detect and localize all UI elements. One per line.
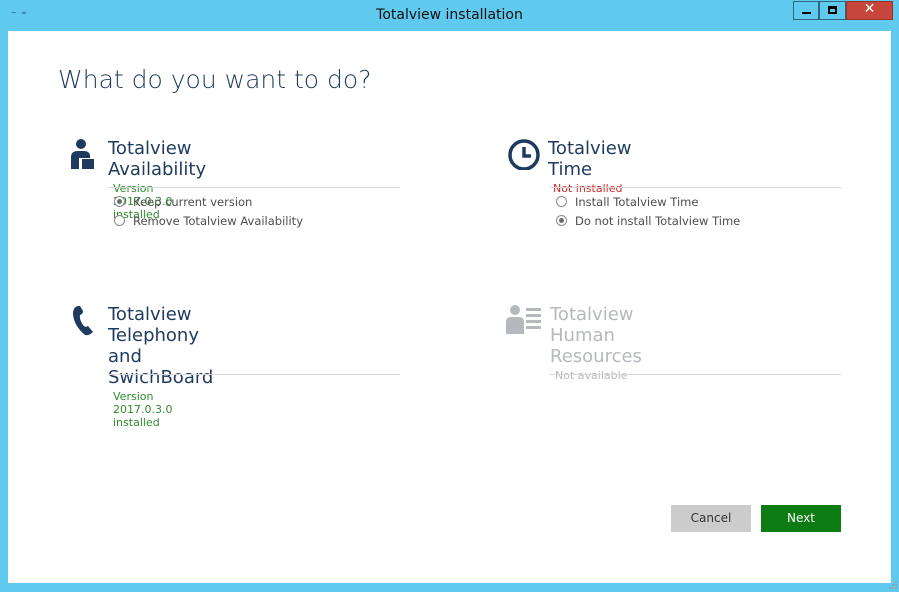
availability-title: Totalview Availability [108,138,207,180]
title-bar[interactable]: ~ ∞ Totalview installation ✕ [0,0,899,31]
hr-divider [550,374,841,375]
telephony-divider [108,374,400,375]
install-time-radio[interactable] [556,196,567,207]
time-status: Not installed [553,182,623,195]
person-list-icon [506,305,541,334]
time-divider [550,187,841,188]
close-icon: ✕ [863,1,876,17]
time-title: Totalview Time [548,138,632,180]
telephony-text: Totalview Telephony and SwichBoard Versi… [108,304,213,429]
telephony-status: Version 2017.0.3.0 installed [113,390,173,429]
minimize-button[interactable] [793,1,819,20]
next-button[interactable]: Next [761,505,841,532]
remove-availability-radio[interactable] [114,215,125,226]
hr-status: Not available [555,369,628,382]
hr-title-line1: Totalview Human [550,304,634,346]
person-desk-icon [71,139,94,169]
clock-icon [508,139,540,170]
keep-version-label[interactable]: Keep current version [133,195,252,209]
cancel-button[interactable]: Cancel [671,505,751,532]
hr-title-line2: Resources [550,346,642,367]
skip-time-radio[interactable] [556,215,567,226]
maximize-icon [828,6,837,14]
telephony-title-line2: and SwichBoard [108,346,214,388]
client-area: What do you want to do? Totalview Availa… [8,31,891,583]
install-time-label[interactable]: Install Totalview Time [575,195,698,209]
remove-availability-label[interactable]: Remove Totalview Availability [133,214,303,228]
minimize-icon [802,12,811,14]
telephony-title-line1: Totalview Telephony [108,304,199,346]
window-title: Totalview installation [376,7,523,23]
maximize-button[interactable] [819,1,846,20]
hr-text: Totalview Human Resources Not available [550,304,642,382]
skip-time-label[interactable]: Do not install Totalview Time [575,214,740,228]
resize-grip-icon[interactable] [887,579,897,589]
keep-version-radio[interactable] [114,196,125,207]
close-button[interactable]: ✕ [846,1,893,20]
phone-icon [73,306,93,336]
installer-window: ~ ∞ Totalview installation ✕ What do you… [0,0,899,591]
availability-divider [108,187,400,188]
page-heading: What do you want to do? [58,65,372,94]
